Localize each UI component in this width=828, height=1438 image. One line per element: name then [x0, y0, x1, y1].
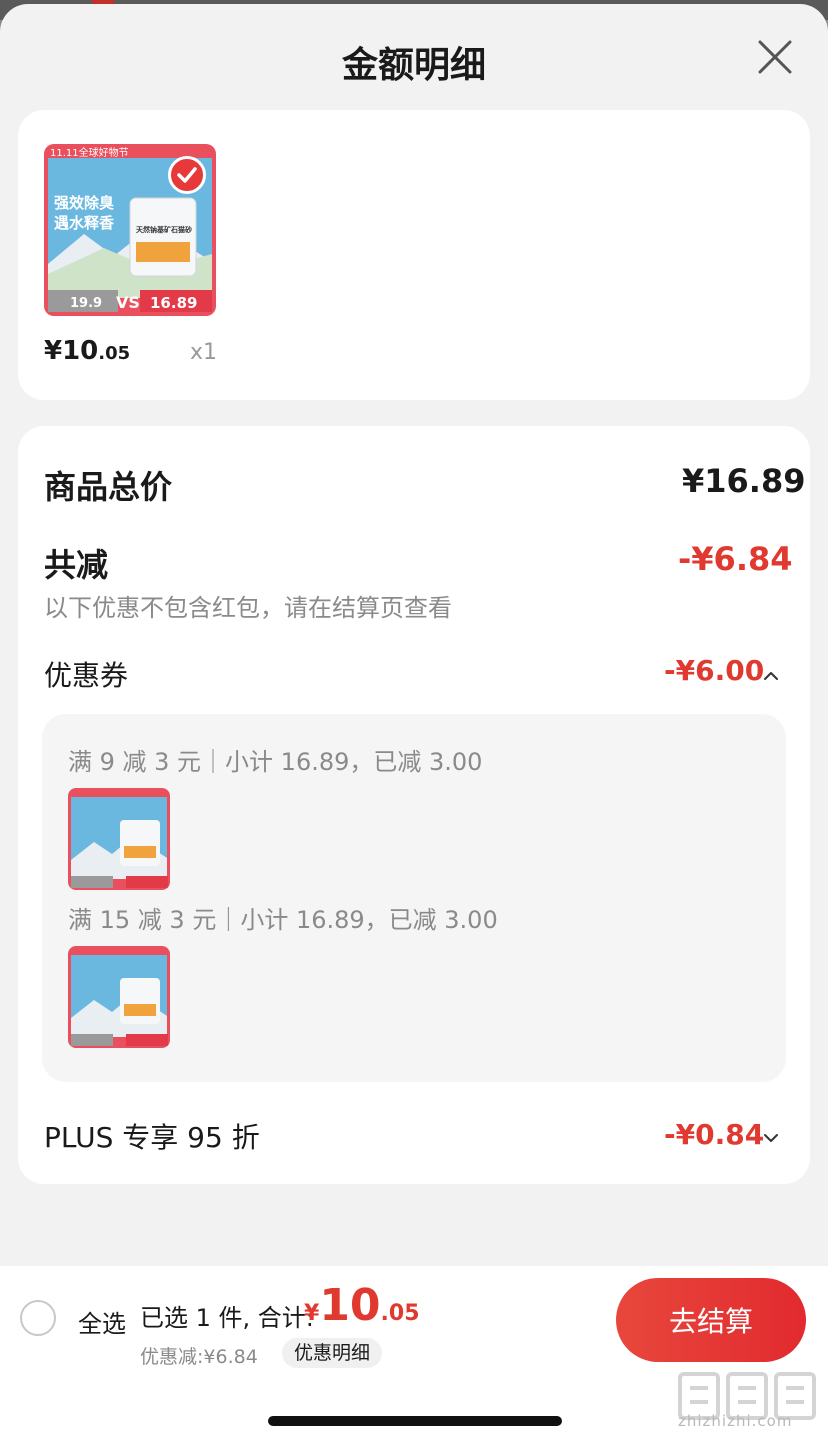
- product-name: 天然钠基矿石猫砂: [136, 225, 192, 234]
- total-decimal: .05: [380, 1301, 420, 1326]
- vs-mark: VS: [116, 293, 140, 312]
- total-price-label: 商品总价: [44, 468, 173, 506]
- checkout-bar: 全选 已选 1 件, 合计: ¥10.05 优惠减:¥6.84 优惠明细 去结算…: [0, 1266, 828, 1438]
- item-quantity: x1: [190, 340, 218, 365]
- selected-checkmark-icon[interactable]: [168, 156, 206, 194]
- total-price-value: ¥16.89: [682, 462, 806, 500]
- coupon-rule-2: 满 15 减 3 元｜小计 16.89，已减 3.00: [68, 906, 498, 934]
- coupon-detail-panel: 满 9 减 3 元｜小计 16.89，已减 3.00 满 15 减 3 元｜小计…: [42, 714, 786, 1082]
- plus-discount-label[interactable]: PLUS 专享 95 折: [44, 1116, 260, 1156]
- total-reduce-value: -¥6.84: [678, 540, 793, 578]
- coupon-value[interactable]: -¥6.00: [664, 654, 764, 687]
- slogan-line-1: 强效除臭: [54, 194, 114, 212]
- product-card: 11.11全球好物节 强效除臭 遇水释香 天然钠基矿石猫砂 19.9 VS 16…: [18, 110, 810, 400]
- mini-product-image: [68, 946, 170, 1048]
- item-price: ¥10.05: [44, 336, 130, 366]
- discount-note: 以下优惠不包含红包，请在结算页查看: [44, 594, 452, 622]
- total-reduce-label: 共减: [44, 546, 109, 584]
- select-all-radio[interactable]: [20, 1300, 56, 1336]
- discount-summary: 优惠减:¥6.84: [140, 1346, 258, 1368]
- price-integer: 10: [62, 336, 99, 366]
- price-currency: ¥: [44, 336, 63, 366]
- coupon-label[interactable]: 优惠券: [44, 654, 128, 694]
- coupon-rule-1: 满 9 减 3 元｜小计 16.89，已减 3.00: [68, 748, 483, 776]
- watermark-text: zhizhizhi.com: [678, 1412, 793, 1430]
- close-icon[interactable]: [754, 36, 796, 78]
- sheet-title: 金额明细: [341, 45, 486, 86]
- select-all-label[interactable]: 全选: [78, 1304, 126, 1339]
- total-integer: 10: [319, 1280, 381, 1331]
- price-decimal: .05: [98, 343, 131, 364]
- plus-discount-value[interactable]: -¥0.84: [664, 1118, 764, 1151]
- banner-text: 11.11全球好物节: [50, 146, 129, 159]
- checkout-total: ¥10.05: [304, 1280, 420, 1331]
- amount-detail-sheet: 金额明细 11.11全球好物节 强效除臭 遇水释香 天然钠基矿石猫砂 19.9 …: [0, 4, 828, 1438]
- new-price: 16.89: [150, 294, 197, 312]
- checkout-button[interactable]: 去结算: [616, 1278, 806, 1362]
- discount-detail-button[interactable]: 优惠明细: [282, 1338, 383, 1368]
- coupon-product-thumbnail-1: [68, 788, 170, 890]
- total-currency: ¥: [304, 1301, 320, 1326]
- selected-count-text: 已选 1 件, 合计:: [140, 1304, 314, 1332]
- home-indicator[interactable]: [268, 1416, 562, 1426]
- chevron-up-icon[interactable]: [762, 670, 780, 682]
- mini-product-image: [68, 788, 170, 890]
- old-price: 19.9: [70, 296, 102, 311]
- coupon-product-thumbnail-2: [68, 946, 170, 1048]
- chevron-down-icon[interactable]: [762, 1132, 780, 1144]
- price-summary-card: 商品总价 ¥16.89 共减 -¥6.84 以下优惠不包含红包，请在结算页查看 …: [18, 426, 810, 1184]
- slogan-line-2: 遇水释香: [54, 214, 114, 232]
